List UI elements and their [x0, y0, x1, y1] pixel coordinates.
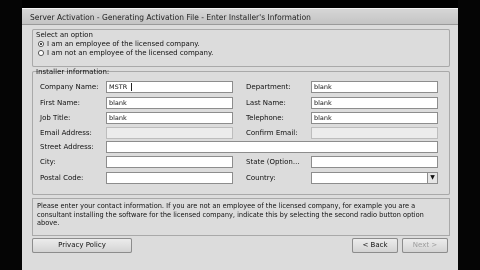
state-label: State (Option...	[246, 158, 300, 166]
radio-employee[interactable]: I am an employee of the licensed company…	[38, 40, 200, 48]
city-label: City:	[40, 158, 56, 166]
postal-code-label: Postal Code:	[40, 174, 84, 182]
state-input[interactable]	[311, 156, 438, 168]
activation-dialog: Server Activation - Generating Activatio…	[22, 8, 458, 270]
info-message: Please enter your contact information. I…	[32, 198, 450, 236]
street-address-label: Street Address:	[40, 143, 94, 151]
installer-group-title: Installer information:	[36, 68, 110, 76]
option-group-title: Select an option	[36, 31, 93, 39]
radio-selected-icon[interactable]	[38, 41, 44, 47]
job-title-label: Job Title:	[40, 114, 71, 122]
privacy-policy-button[interactable]: Privacy Policy	[32, 238, 132, 253]
radio-employee-label: I am an employee of the licensed company…	[47, 40, 200, 48]
email-input[interactable]	[106, 127, 233, 139]
option-group	[32, 29, 450, 67]
chevron-down-icon[interactable]: ▼	[427, 173, 437, 183]
street-address-input[interactable]	[106, 141, 438, 153]
country-label: Country:	[246, 174, 276, 182]
company-name-input[interactable]: MSTR	[106, 81, 233, 93]
first-name-label: First Name:	[40, 99, 80, 107]
telephone-label: Telephone:	[246, 114, 284, 122]
first-name-input[interactable]: blank	[106, 97, 233, 109]
country-select[interactable]: ▼	[311, 172, 438, 184]
radio-not-employee-label: I am not an employee of the licensed com…	[47, 49, 214, 57]
city-input[interactable]	[106, 156, 233, 168]
job-title-input[interactable]: blank	[106, 112, 233, 124]
back-button[interactable]: < Back	[352, 238, 398, 253]
radio-unselected-icon[interactable]	[38, 50, 44, 56]
email-label: Email Address:	[40, 129, 92, 137]
confirm-email-input[interactable]	[311, 127, 438, 139]
left-frame	[0, 0, 22, 270]
telephone-input[interactable]: blank	[311, 112, 438, 124]
last-name-label: Last Name:	[246, 99, 286, 107]
radio-not-employee[interactable]: I am not an employee of the licensed com…	[38, 49, 213, 57]
postal-code-input[interactable]	[106, 172, 233, 184]
department-label: Department:	[246, 83, 291, 91]
confirm-email-label: Confirm Email:	[246, 129, 298, 137]
last-name-input[interactable]: blank	[311, 97, 438, 109]
company-name-value: MSTR	[109, 83, 128, 91]
text-cursor-icon	[131, 83, 133, 91]
company-name-label: Company Name:	[40, 83, 99, 91]
department-input[interactable]: blank	[311, 81, 438, 93]
dialog-title: Server Activation - Generating Activatio…	[22, 9, 458, 25]
right-frame	[458, 0, 480, 270]
next-button[interactable]: Next >	[402, 238, 448, 253]
